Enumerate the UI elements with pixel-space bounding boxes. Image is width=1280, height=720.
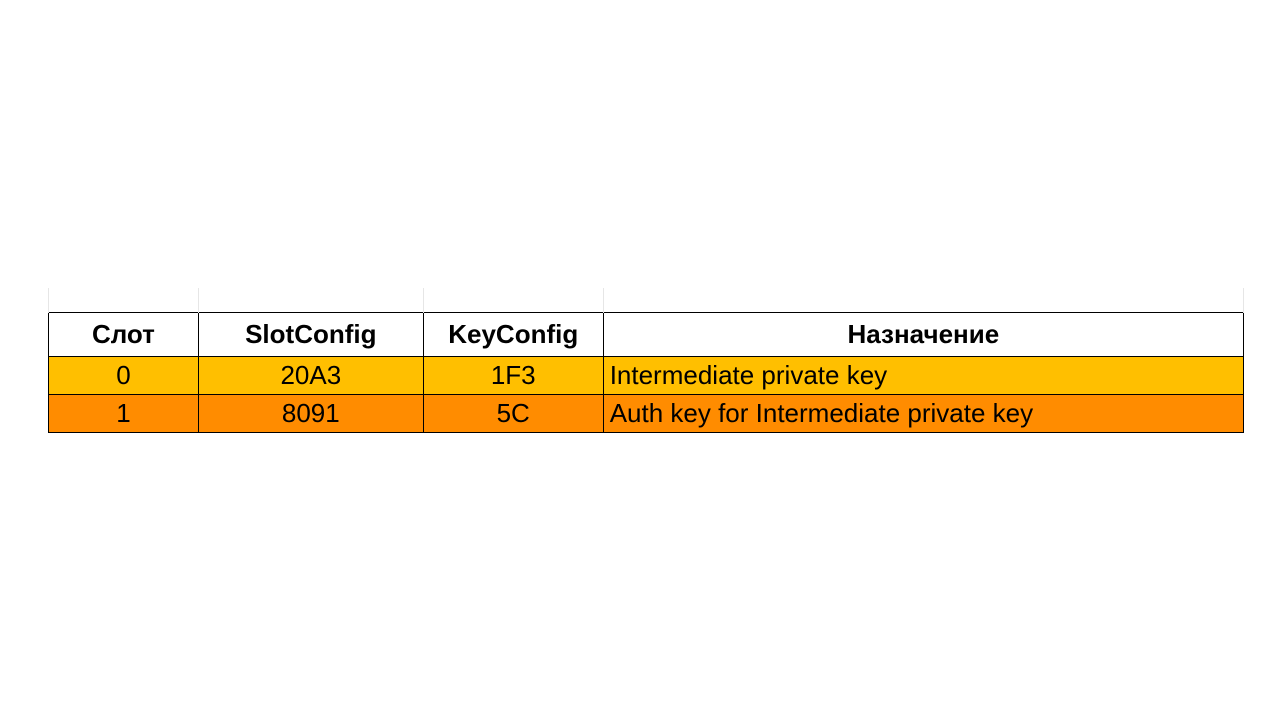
header-keyconfig: KeyConfig xyxy=(423,312,603,356)
cell-keyconfig: 1F3 xyxy=(423,356,603,394)
header-purpose: Назначение xyxy=(603,312,1243,356)
cell-slot: 0 xyxy=(49,356,199,394)
header-slot: Слот xyxy=(49,312,199,356)
slot-config-table: Слот SlotConfig KeyConfig Назначение 0 2… xyxy=(48,288,1244,433)
cell-slotconfig: 20A3 xyxy=(198,356,423,394)
cell-slotconfig: 8091 xyxy=(198,394,423,432)
slot-config-table-wrap: Слот SlotConfig KeyConfig Назначение 0 2… xyxy=(48,288,1244,433)
cell-purpose: Intermediate private key xyxy=(603,356,1243,394)
header-slotconfig: SlotConfig xyxy=(198,312,423,356)
cell-slot: 1 xyxy=(49,394,199,432)
cell-purpose: Auth key for Intermediate private key xyxy=(603,394,1243,432)
table-header-row: Слот SlotConfig KeyConfig Назначение xyxy=(49,312,1244,356)
cell-keyconfig: 5C xyxy=(423,394,603,432)
table-row: 1 8091 5C Auth key for Intermediate priv… xyxy=(49,394,1244,432)
table-row: 0 20A3 1F3 Intermediate private key xyxy=(49,356,1244,394)
grid-row xyxy=(49,288,1244,312)
